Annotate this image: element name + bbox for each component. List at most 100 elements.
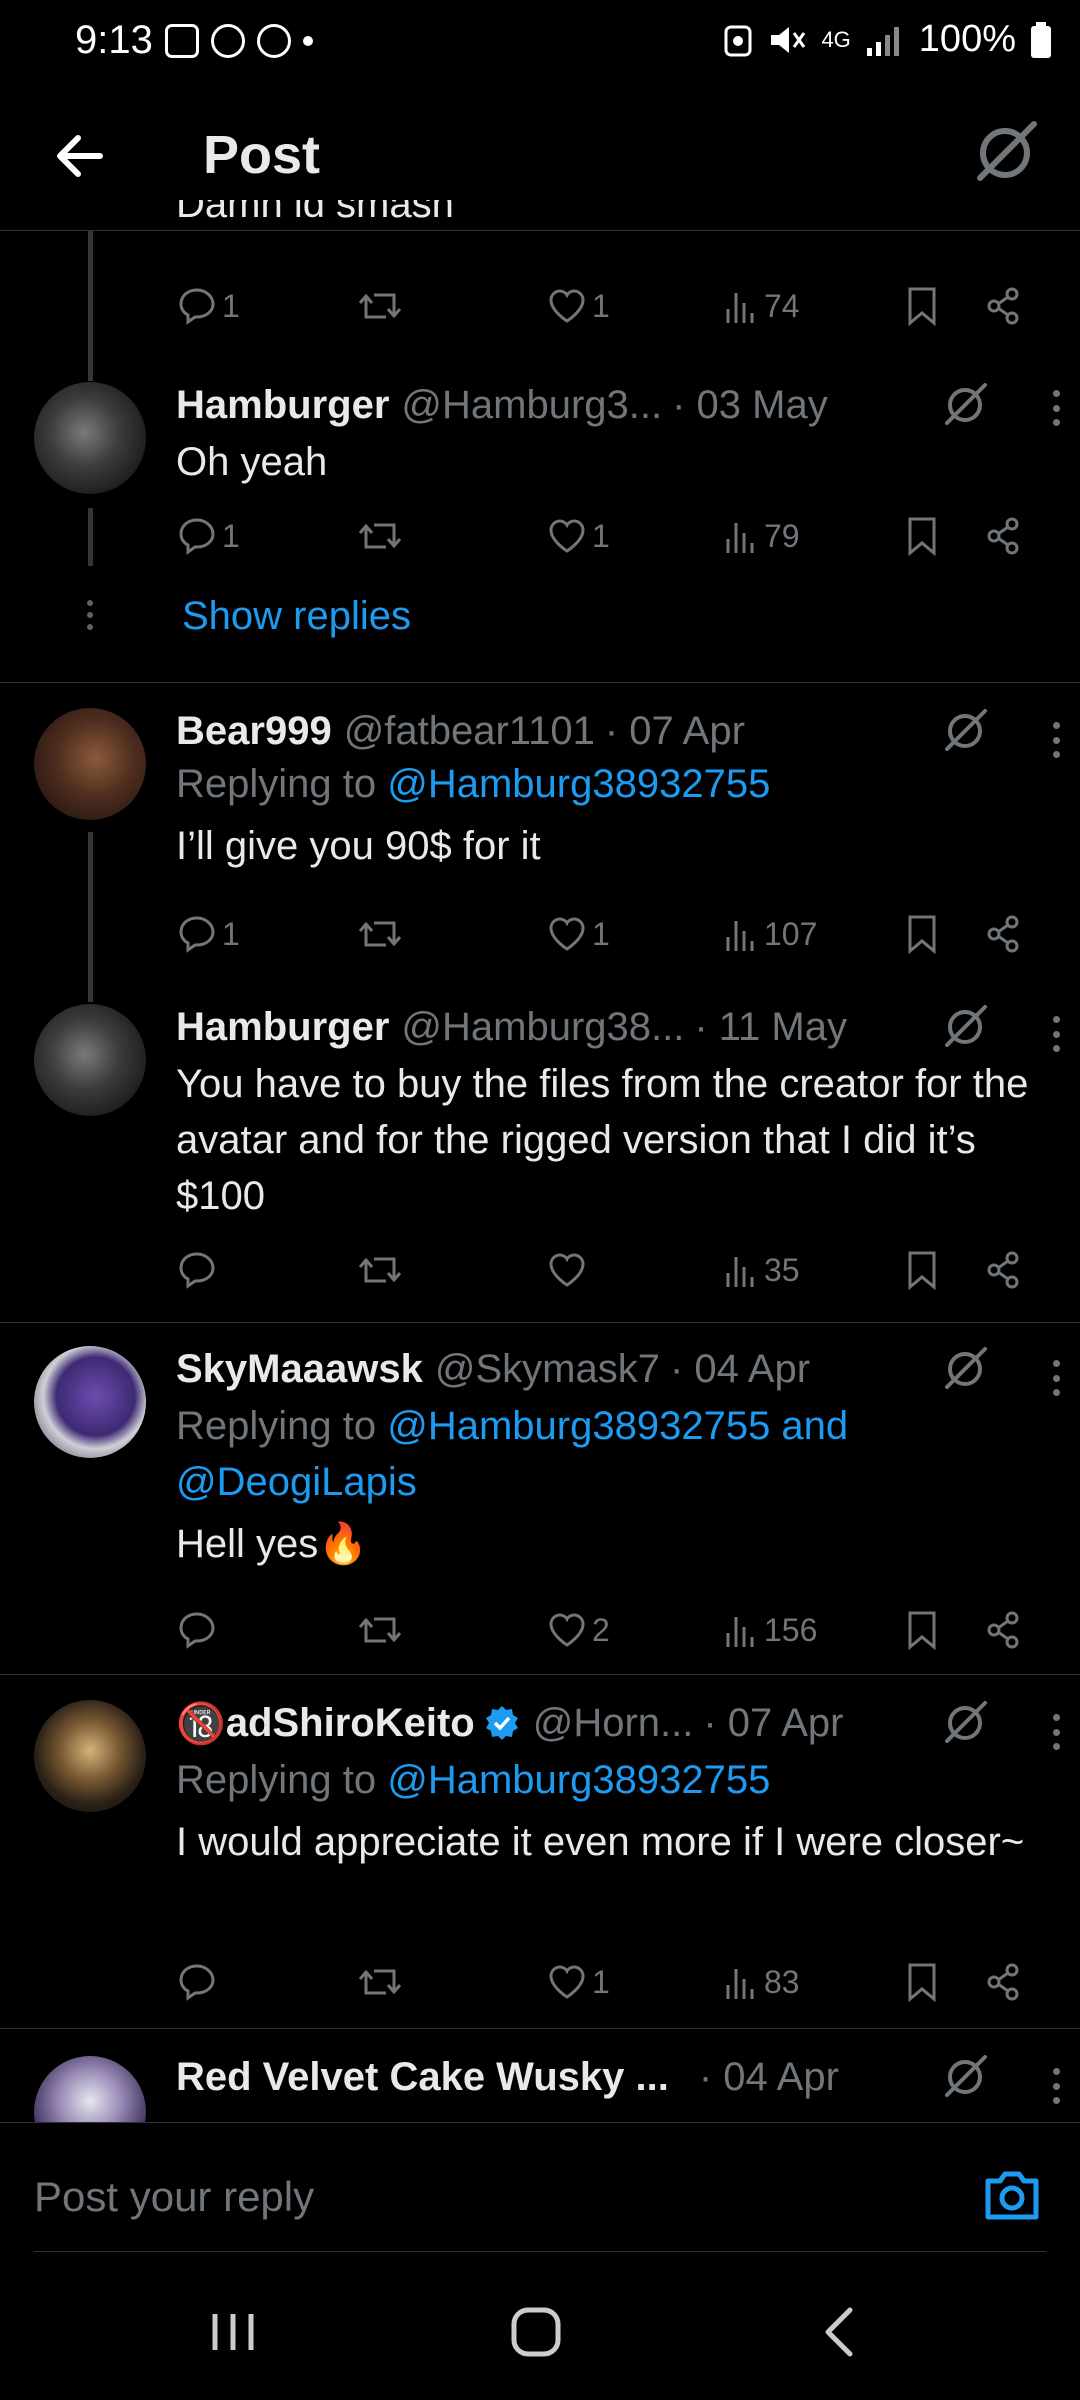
display-name[interactable]: Bear999 bbox=[176, 709, 332, 754]
display-name[interactable]: Red Velvet Cake Wusky ... bbox=[176, 2055, 669, 2100]
mention-link[interactable]: @Hamburg38932755 bbox=[387, 1758, 770, 1802]
notification-icons bbox=[165, 24, 313, 58]
more-options-icon[interactable] bbox=[1046, 1710, 1066, 1750]
grok-icon[interactable] bbox=[942, 1002, 990, 1050]
avatar[interactable] bbox=[34, 2056, 146, 2122]
repost-button[interactable] bbox=[356, 1602, 404, 1658]
share-button[interactable] bbox=[984, 906, 1022, 962]
network-type-label: 4G bbox=[821, 26, 851, 52]
back-arrow-icon[interactable] bbox=[50, 126, 110, 186]
avatar[interactable] bbox=[34, 382, 146, 494]
recents-icon[interactable] bbox=[203, 2302, 263, 2362]
verified-badge-icon[interactable] bbox=[483, 1704, 521, 1742]
mention-link[interactable]: @Hamburg38932755 bbox=[387, 762, 770, 806]
more-options-icon[interactable] bbox=[1046, 718, 1066, 758]
repost-button[interactable] bbox=[356, 1954, 404, 2010]
tweet[interactable]: 🔞 adShiroKeito @Horn... · 07 Apr Replyin… bbox=[0, 1698, 1080, 2003]
like-button[interactable]: 1 bbox=[546, 508, 610, 564]
back-icon[interactable] bbox=[810, 2302, 870, 2362]
repost-button[interactable] bbox=[356, 508, 404, 564]
grok-icon[interactable] bbox=[942, 1698, 990, 1746]
camera-icon[interactable] bbox=[982, 2167, 1042, 2223]
grok-icon[interactable] bbox=[972, 116, 1042, 186]
more-options-icon[interactable] bbox=[1046, 1012, 1066, 1052]
like-button[interactable]: 1 bbox=[546, 906, 610, 962]
grok-icon[interactable] bbox=[942, 1344, 990, 1392]
handle[interactable]: @Skymask7 bbox=[435, 1347, 660, 1392]
avatar[interactable] bbox=[34, 1346, 146, 1458]
reply-button[interactable]: 1 bbox=[176, 508, 240, 564]
like-button[interactable]: 1 bbox=[546, 1954, 610, 2010]
repost-button[interactable] bbox=[356, 1242, 404, 1298]
handle[interactable]: @Horn... bbox=[533, 1701, 694, 1746]
bookmark-button[interactable] bbox=[906, 508, 938, 564]
reply-count: 1 bbox=[222, 287, 240, 324]
bookmark-button[interactable] bbox=[906, 1602, 938, 1658]
tweet[interactable]: Bear999 @fatbear1101 · 07 Apr Replying t… bbox=[0, 706, 1080, 1002]
reply-input[interactable]: Post your reply bbox=[34, 2173, 314, 2221]
repost-button[interactable] bbox=[356, 278, 404, 334]
timestamp: · 11 May bbox=[694, 1004, 847, 1049]
like-button[interactable] bbox=[546, 1242, 592, 1298]
bookmark-button[interactable] bbox=[906, 278, 938, 334]
reply-button[interactable]: 1 bbox=[176, 278, 240, 334]
views-button[interactable]: 79 bbox=[724, 508, 800, 564]
tweet-text: I would appreciate it even more if I wer… bbox=[176, 1820, 1025, 1864]
avatar[interactable] bbox=[34, 1004, 146, 1116]
bookmark-button[interactable] bbox=[906, 1242, 938, 1298]
tweet-text: Oh yeah bbox=[176, 440, 328, 484]
divider bbox=[0, 2028, 1080, 2029]
tweet[interactable]: Hamburger @Hamburg38... · 11 May You hav… bbox=[0, 1002, 1080, 1302]
display-name[interactable]: Hamburger bbox=[176, 1005, 389, 1050]
more-options-icon[interactable] bbox=[1046, 2064, 1066, 2104]
replying-to: Replying to @Hamburg38932755 bbox=[176, 762, 771, 806]
show-replies-link[interactable]: Show replies bbox=[182, 594, 411, 639]
mention-link[interactable]: @DeogiLapis bbox=[176, 1460, 417, 1504]
more-options-icon[interactable] bbox=[1046, 386, 1066, 426]
share-button[interactable] bbox=[984, 1242, 1022, 1298]
bookmark-button[interactable] bbox=[906, 906, 938, 962]
tweet[interactable]: SkyMaaawsk @Skymask7 · 04 Apr Replying t… bbox=[0, 1344, 1080, 1651]
share-button[interactable] bbox=[984, 278, 1022, 334]
reply-button[interactable] bbox=[176, 1242, 222, 1298]
views-button[interactable]: 74 bbox=[724, 278, 800, 334]
views-button[interactable]: 107 bbox=[724, 906, 817, 962]
handle[interactable]: @fatbear1101 bbox=[344, 709, 595, 754]
tweet-header: Red Velvet Cake Wusky ... · 04 Apr bbox=[176, 2052, 1056, 2102]
status-time: 9:13 bbox=[75, 18, 153, 62]
reply-button[interactable] bbox=[176, 1602, 222, 1658]
like-count: 2 bbox=[592, 1611, 610, 1648]
battery-saver-icon bbox=[724, 25, 752, 56]
reply-button[interactable] bbox=[176, 1954, 222, 2010]
like-button[interactable]: 1 bbox=[546, 278, 610, 334]
tweet-header: Hamburger @Hamburg3... · 03 May bbox=[176, 380, 1056, 430]
tweet[interactable]: Red Velvet Cake Wusky ... · 04 Apr bbox=[0, 2050, 1080, 2122]
views-button[interactable]: 35 bbox=[724, 1242, 800, 1298]
handle[interactable]: @Hamburg38... bbox=[401, 1005, 684, 1050]
home-icon[interactable] bbox=[506, 2302, 566, 2362]
avatar[interactable] bbox=[34, 708, 146, 820]
share-button[interactable] bbox=[984, 1954, 1022, 2010]
avatar[interactable] bbox=[34, 1700, 146, 1812]
grok-icon[interactable] bbox=[942, 2052, 990, 2100]
display-name[interactable]: SkyMaaawsk bbox=[176, 1347, 423, 1392]
views-button[interactable]: 156 bbox=[724, 1602, 817, 1658]
like-button[interactable]: 2 bbox=[546, 1602, 610, 1658]
views-button[interactable]: 83 bbox=[724, 1954, 800, 2010]
handle[interactable]: @Hamburg3... bbox=[401, 383, 662, 428]
share-button[interactable] bbox=[984, 508, 1022, 564]
like-count: 1 bbox=[592, 915, 610, 952]
timestamp: · 04 Apr bbox=[698, 2054, 839, 2099]
repost-button[interactable] bbox=[356, 906, 404, 962]
reply-button[interactable]: 1 bbox=[176, 906, 240, 962]
divider bbox=[0, 682, 1080, 683]
grok-icon[interactable] bbox=[942, 380, 990, 428]
bookmark-button[interactable] bbox=[906, 1954, 938, 2010]
display-name[interactable]: Hamburger bbox=[176, 383, 389, 428]
more-options-icon[interactable] bbox=[1046, 1356, 1066, 1396]
mention-link[interactable]: @Hamburg38932755 and bbox=[387, 1404, 848, 1448]
grok-icon[interactable] bbox=[942, 706, 990, 754]
display-name[interactable]: adShiroKeito bbox=[226, 1701, 475, 1746]
tweet[interactable]: Hamburger @Hamburg3... · 03 May Oh yeah … bbox=[0, 380, 1080, 680]
share-button[interactable] bbox=[984, 1602, 1022, 1658]
